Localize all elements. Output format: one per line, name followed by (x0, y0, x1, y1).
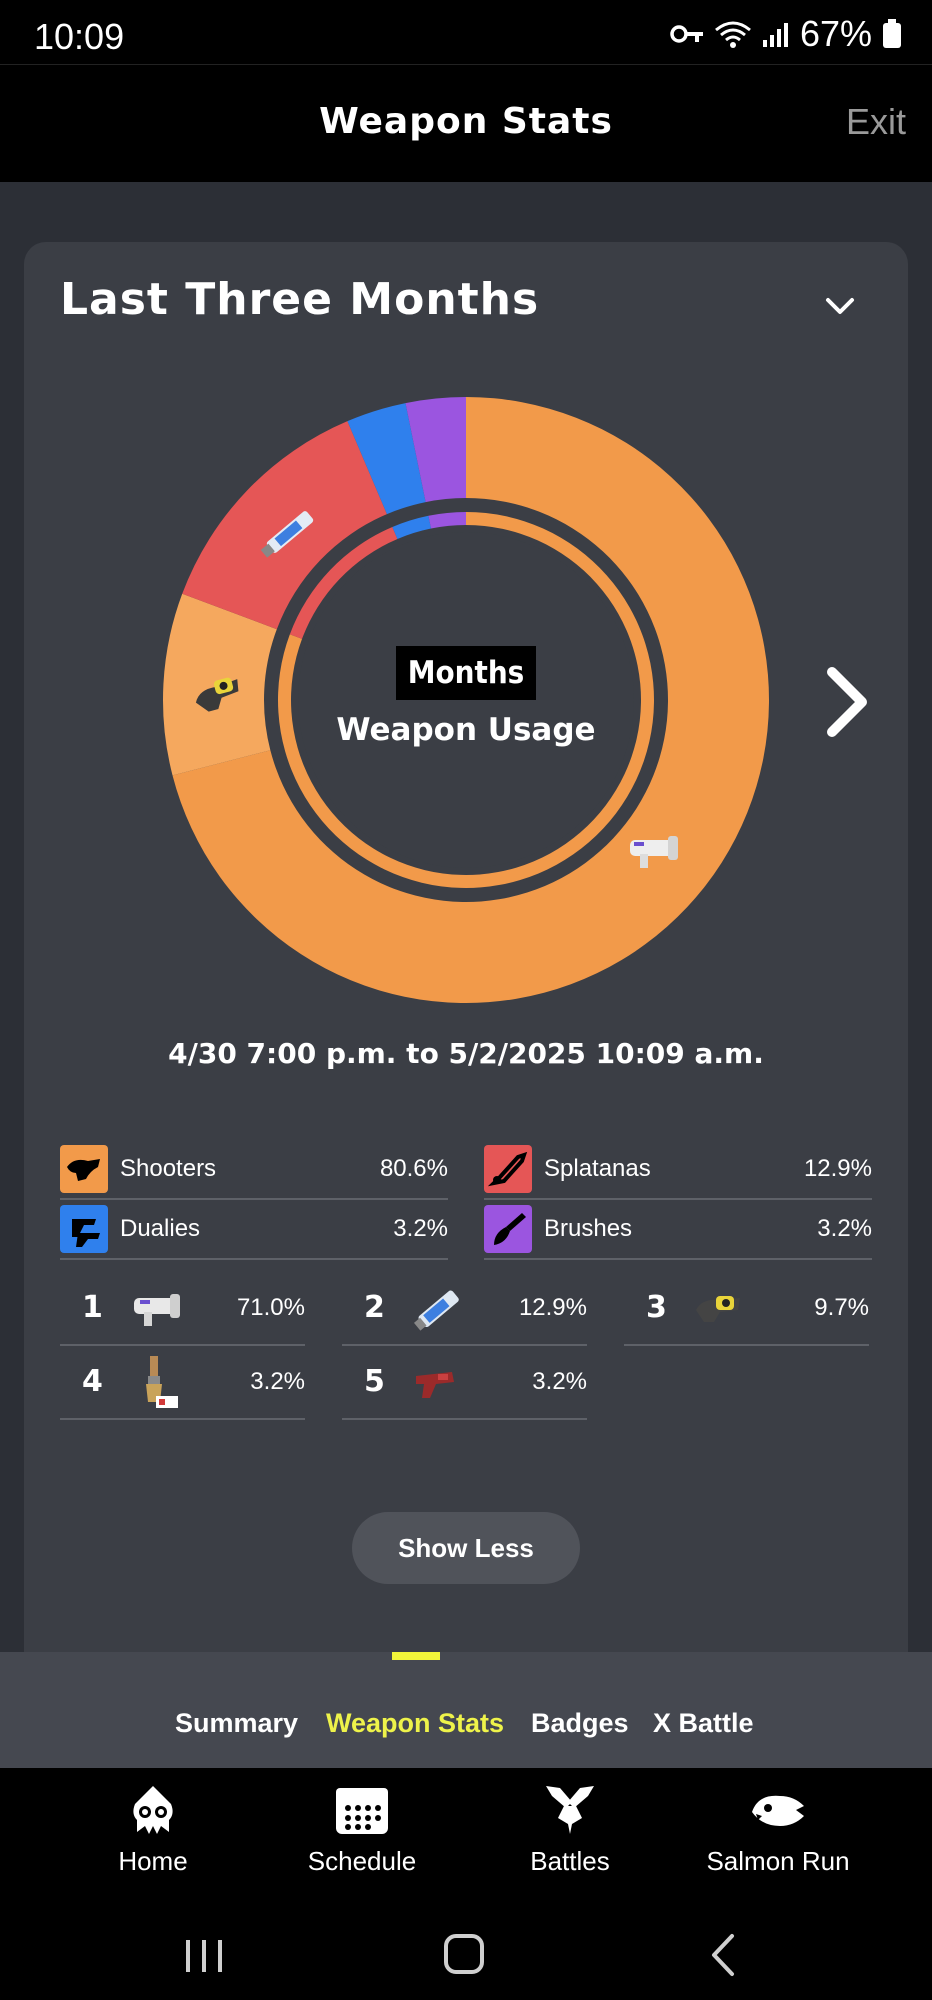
legend-label: Dualies (120, 1215, 201, 1242)
show-less-button[interactable]: Show Less (352, 1512, 580, 1584)
rank-number: 5 (364, 1364, 385, 1399)
chevron-right-icon[interactable] (818, 662, 878, 742)
legend-percent: 80.6% (379, 1155, 448, 1182)
rank-percent: 9.7% (814, 1294, 869, 1321)
tab-x-battle[interactable]: X Battle (653, 1708, 754, 1739)
back-icon[interactable] (694, 1930, 754, 1980)
legend-label: Splatanas (544, 1155, 651, 1182)
inner-ring-brushes (428, 512, 466, 529)
rank-percent: 3.2% (532, 1368, 587, 1395)
system-navigation (0, 1900, 932, 2000)
dualies-weapon-icon (416, 1372, 454, 1398)
nav-label: Home (118, 1846, 188, 1876)
legend-label: Brushes (544, 1215, 633, 1242)
shooter-icon (60, 1145, 108, 1193)
legend-percent: 3.2% (817, 1215, 872, 1242)
legend-item-shooters: Shooters 80.6% (60, 1140, 448, 1200)
status-bar: 10:09 67% (0, 0, 932, 64)
date-range: 4/30 7:00 p.m. to 5/2/2025 10:09 a.m. (168, 1037, 764, 1070)
crossed-weapons-icon (546, 1786, 594, 1834)
legend-percent: 12.9% (803, 1155, 872, 1182)
home-icon[interactable] (434, 1930, 494, 1980)
brush-icon (484, 1205, 532, 1253)
bottom-navigation: Home Schedule Battles Salmon Run (0, 1768, 932, 1900)
legend-item-brushes: Brushes 3.2% (484, 1200, 872, 1260)
recent-apps-icon[interactable] (174, 1930, 234, 1980)
yellow-shooter-weapon-icon (696, 1296, 740, 1322)
tab-weapon-stats[interactable]: Weapon Stats (326, 1708, 504, 1739)
rank-percent: 12.9% (518, 1294, 587, 1321)
stats-tabs: Summary Weapon Stats Badges X Battle (0, 1652, 932, 1768)
app-header: Weapon Stats Exit (0, 65, 932, 182)
rank-percent: 71.0% (236, 1294, 305, 1321)
battery-percent: 67% (799, 13, 872, 54)
weapon-rank-2: 2 12.9% (342, 1272, 587, 1346)
exit-button[interactable]: Exit (846, 101, 906, 143)
rank-number: 1 (82, 1290, 103, 1325)
splatana-weapon-icon (413, 1290, 459, 1331)
nav-label: Salmon Run (706, 1846, 850, 1876)
legend-item-splatanas: Splatanas 12.9% (484, 1140, 872, 1200)
salmon-icon (752, 1795, 804, 1826)
calendar-icon (336, 1788, 388, 1834)
signal-icon (762, 23, 788, 47)
nav-salmon-run[interactable]: Salmon Run (678, 1784, 878, 1877)
tab-badges[interactable]: Badges (531, 1708, 629, 1739)
weapon-usage-chart: Months Weapon Usage (24, 242, 908, 1102)
rank-percent: 3.2% (250, 1368, 305, 1395)
weapon-rank-4: 4 3.2% (60, 1346, 305, 1420)
nav-battles[interactable]: Battles (470, 1784, 670, 1877)
status-icons: 67% (670, 13, 902, 54)
chart-center-subtitle: Weapon Usage (336, 712, 596, 748)
shooter-weapon-icon (134, 1294, 180, 1326)
nav-label: Battles (530, 1846, 610, 1876)
page-title: Weapon Stats (319, 101, 613, 142)
nav-label: Schedule (307, 1846, 417, 1876)
rank-number: 3 (646, 1290, 667, 1325)
active-tab-indicator (392, 1652, 440, 1660)
dualies-icon (60, 1205, 108, 1253)
brush-weapon-icon (146, 1356, 178, 1408)
donut-center (298, 532, 634, 868)
nav-schedule[interactable]: Schedule (262, 1784, 462, 1877)
squid-icon (133, 1786, 173, 1834)
weapon-rank-1: 1 71.0% (60, 1272, 305, 1346)
inner-ring-dualies (392, 515, 432, 539)
legend-percent: 3.2% (393, 1215, 448, 1242)
nav-home[interactable]: Home (53, 1784, 253, 1877)
splatana-icon (484, 1145, 532, 1193)
tab-summary[interactable]: Summary (175, 1708, 298, 1739)
vpn-key-icon (670, 25, 703, 43)
weapon-rank-3: 3 9.7% (624, 1272, 869, 1346)
weapon-rank-5: 5 3.2% (342, 1346, 587, 1420)
status-time: 10:09 (34, 16, 125, 57)
rank-number: 2 (364, 1290, 385, 1325)
battery-icon (883, 19, 901, 48)
weapon-usage-card: Last Three Months Months Weapon Usage 4/… (24, 242, 908, 1652)
rank-number: 4 (82, 1364, 103, 1399)
content-area[interactable]: Last Three Months Months Weapon Usage 4/… (0, 182, 932, 1652)
wifi-icon (714, 21, 751, 48)
chart-center-label: Months (396, 646, 536, 700)
legend-item-dualies: Dualies 3.2% (60, 1200, 448, 1260)
legend-label: Shooters (120, 1155, 217, 1182)
